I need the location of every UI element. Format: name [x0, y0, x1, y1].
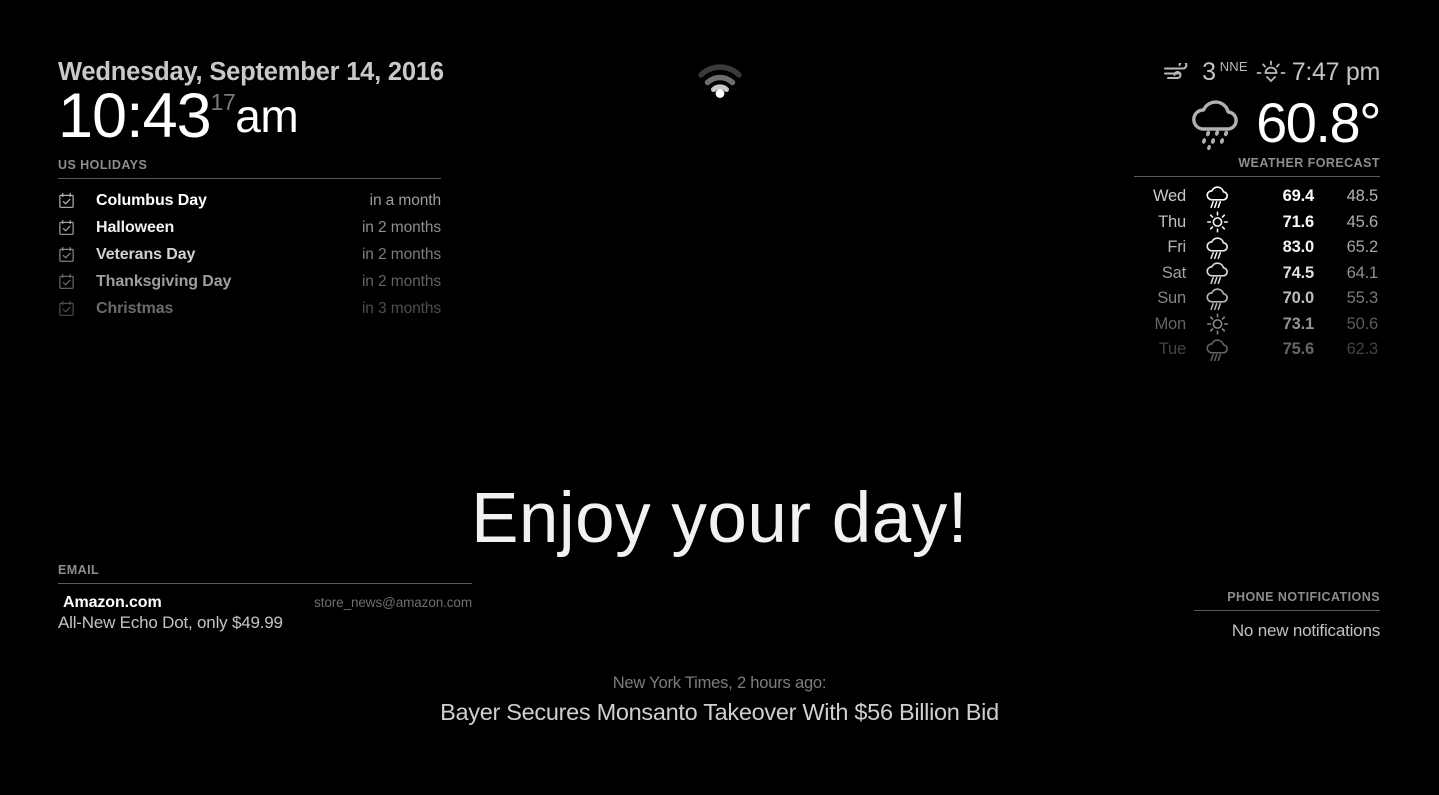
- forecast-row: Mon 73.1 50.6: [1134, 312, 1380, 338]
- holiday-name: Veterans Day: [96, 245, 196, 263]
- forecast-header: WEATHER FORECAST: [1134, 156, 1380, 177]
- holiday-relative-time: in 2 months: [361, 218, 441, 236]
- clock: 10:43 17 am: [58, 85, 478, 148]
- wind-icon: [1164, 60, 1194, 81]
- wind-direction: NNE: [1219, 59, 1248, 74]
- forecast-low: 65.2: [1346, 238, 1379, 257]
- holiday-name: Halloween: [96, 218, 175, 236]
- forecast-low: 64.1: [1346, 263, 1379, 282]
- notifications-section-label: PHONE NOTIFICATIONS: [1227, 590, 1380, 604]
- calendar-check-icon: [58, 273, 80, 290]
- forecast-row: Sat 74.5 64.1: [1134, 261, 1380, 287]
- holiday-row[interactable]: Columbus Day in a month: [58, 187, 441, 214]
- forecast-high: 73.1: [1282, 314, 1315, 333]
- holiday-row[interactable]: Christmas in 3 months: [58, 295, 441, 322]
- holiday-row[interactable]: Veterans Day in 2 months: [58, 241, 441, 268]
- wind-speed: 3: [1202, 57, 1216, 86]
- news-source: New York Times, 2 hours ago:: [612, 674, 827, 692]
- holiday-relative-time: in 2 months: [361, 245, 441, 263]
- forecast-low: 50.6: [1346, 314, 1379, 333]
- notifications-block: PHONE NOTIFICATIONS No new notifications: [1194, 590, 1380, 641]
- notifications-divider: [1194, 610, 1380, 611]
- holiday-relative-time: in 2 months: [361, 272, 441, 290]
- wifi-icon: [697, 62, 743, 98]
- weather-meta-row: 3 NNE 7:47 pm: [1134, 56, 1380, 88]
- current-weather-row: 60.8°: [1134, 91, 1381, 154]
- rain-icon: [1186, 236, 1248, 260]
- email-list: Amazon.com store_news@amazon.com All-New E…: [58, 594, 472, 633]
- calendar-check-icon: [58, 246, 80, 263]
- news-block: New York Times, 2 hours ago: Bayer Secur…: [0, 674, 1439, 726]
- forecast-high: 69.4: [1282, 187, 1315, 206]
- forecast-table: Wed 69.4 48.5 Thu 71.6 45.6 Fri 83.0 65.2 Sat 74.5…: [1134, 184, 1380, 363]
- calendar-check-icon: [58, 192, 80, 209]
- forecast-row: Wed 69.4 48.5: [1134, 184, 1380, 210]
- rain-icon: [1186, 261, 1248, 285]
- forecast-day: Wed: [1152, 187, 1186, 206]
- email-header: Amazon.com store_news@amazon.com: [58, 594, 472, 612]
- clock-ampm: am: [235, 90, 299, 143]
- forecast-day: Thu: [1158, 212, 1186, 231]
- forecast-row: Sun 70.0 55.3: [1134, 286, 1380, 312]
- forecast-row: Fri 83.0 65.2: [1134, 235, 1380, 261]
- calendar-check-icon: [58, 300, 80, 317]
- rain-icon: [1186, 287, 1248, 311]
- forecast-divider: [1134, 176, 1380, 177]
- forecast-row: Thu 71.6 45.6: [1134, 210, 1380, 236]
- current-temperature: 60.8°: [1256, 91, 1381, 154]
- email-section-label: EMAIL: [58, 563, 100, 577]
- email-address: store_news@amazon.com: [314, 595, 472, 610]
- notifications-empty-text: No new notifications: [1231, 621, 1380, 640]
- sunset-time: 7:47 pm: [1291, 57, 1381, 86]
- holiday-row[interactable]: Halloween in 2 months: [58, 214, 441, 241]
- email-divider: [58, 583, 472, 584]
- rain-icon: [1186, 338, 1248, 362]
- sunset-icon: [1256, 60, 1286, 84]
- clock-seconds: 17: [210, 89, 236, 116]
- rain-icon: [1186, 185, 1248, 209]
- clock-time: 10:43: [58, 81, 212, 152]
- holiday-row[interactable]: Thanksgiving Day in 2 months: [58, 268, 441, 295]
- forecast-day: Tue: [1158, 340, 1186, 359]
- forecast-row: Tue 75.6 62.3: [1134, 337, 1380, 363]
- holidays-divider: [58, 178, 441, 179]
- weather-block: 3 NNE 7:47 pm 60.8° WEATHER FORECAST Wed…: [1134, 56, 1381, 363]
- forecast-low: 55.3: [1346, 289, 1379, 308]
- holidays-section-label: US HOLIDAYS: [58, 158, 148, 172]
- forecast-day: Sat: [1161, 263, 1186, 282]
- forecast-high: 75.6: [1282, 340, 1315, 359]
- sunny-icon: [1186, 210, 1248, 234]
- holiday-relative-time: in a month: [369, 191, 441, 209]
- holiday-name: Columbus Day: [96, 191, 207, 209]
- forecast-high: 71.6: [1282, 212, 1315, 231]
- forecast-section-label: WEATHER FORECAST: [1238, 156, 1380, 170]
- forecast-low: 62.3: [1346, 340, 1379, 359]
- email-block: EMAIL Amazon.com store_news@amazon.com All…: [58, 563, 472, 633]
- calendar-check-icon: [58, 219, 80, 236]
- forecast-low: 48.5: [1346, 187, 1379, 206]
- holiday-relative-time: in 3 months: [361, 299, 441, 317]
- email-item[interactable]: Amazon.com store_news@amazon.com All-New E…: [58, 594, 472, 633]
- forecast-day: Mon: [1154, 314, 1187, 333]
- rain-cloud-icon: [1186, 95, 1248, 151]
- email-subject: All-New Echo Dot, only $49.99: [58, 613, 283, 632]
- forecast-high: 70.0: [1282, 289, 1315, 308]
- wall-display-screen: Wednesday, September 14, 2016 10:43 17 a…: [0, 0, 1439, 795]
- holiday-name: Christmas: [96, 299, 174, 317]
- greeting-text: Enjoy your day!: [471, 479, 968, 558]
- sunny-icon: [1186, 312, 1248, 336]
- forecast-day: Fri: [1167, 238, 1186, 257]
- holidays-block: US HOLIDAYS Columbus Day in a month Hallow…: [58, 158, 441, 322]
- news-headline: Bayer Secures Monsanto Takeover With $56…: [440, 699, 999, 725]
- forecast-high: 74.5: [1282, 263, 1315, 282]
- forecast-low: 45.6: [1346, 212, 1379, 231]
- forecast-high: 83.0: [1282, 238, 1315, 257]
- holiday-name: Thanksgiving Day: [96, 272, 232, 290]
- email-sender: Amazon.com: [63, 594, 162, 611]
- datetime-block: Wednesday, September 14, 2016 10:43 17 a…: [58, 58, 478, 148]
- holidays-list: Columbus Day in a month Halloween in 2 mont…: [58, 187, 441, 322]
- forecast-day: Sun: [1157, 289, 1186, 308]
